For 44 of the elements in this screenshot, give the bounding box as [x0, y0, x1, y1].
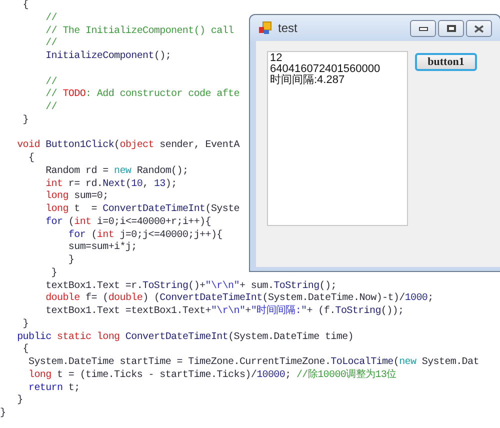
- code-line: int r= rd.Next(10, 13);: [44, 178, 177, 190]
- close-button[interactable]: [466, 20, 492, 37]
- app-icon: [258, 21, 272, 35]
- action-button[interactable]: button1: [415, 53, 477, 71]
- code-line: InitializeComponent();: [44, 51, 172, 64]
- code-line: {: [22, 344, 29, 357]
- maximize-icon: [446, 25, 456, 32]
- code-line: double f= (double) (ConvertDateTimeInt(System.DateTime.Now)-t)/1000;: [44, 293, 434, 304]
- code-line: }: [0, 408, 6, 421]
- code-line: // The InitializeComponent() call: [44, 26, 234, 38]
- minimize-icon: [418, 26, 428, 30]
- code-line: //: [44, 12, 58, 26]
- minimize-button[interactable]: [410, 20, 436, 37]
- code-line: {: [22, 0, 29, 13]
- code-line: long t = (time.Ticks - startTime.Ticks)/10000; //除10000调整为13位: [28, 370, 396, 382]
- code-line: //: [44, 102, 58, 115]
- code-line: long t = ConvertDateTimeInt(Syste: [44, 204, 240, 216]
- code-line: for (int i=0;i<=40000+r;i++){: [44, 216, 211, 230]
- code-line: }: [50, 268, 58, 280]
- code-line: void Button1Click(object sender, EventA: [16, 140, 240, 152]
- code-line: textBox1.Text =r.ToString()+"\r\n"+ sum.ToString();: [44, 280, 336, 292]
- code-line: // TODO: Add constructor code afte: [44, 89, 240, 102]
- output-textbox[interactable]: 12 640416072401560000 时间间隔:4.287: [267, 51, 408, 226]
- output-line: 640416072401560000: [270, 64, 380, 75]
- close-icon: [474, 24, 484, 32]
- code-line: }: [22, 318, 29, 332]
- code-line: //: [44, 38, 58, 50]
- code-line: return t;: [28, 382, 80, 396]
- code-line: }: [22, 114, 29, 128]
- code-line: //: [44, 76, 58, 88]
- code-line: public static long ConvertDateTimeInt(System.DateTime time): [16, 332, 354, 344]
- code-line: sum=sum+i*j;: [67, 242, 137, 254]
- code-line: }: [67, 255, 74, 268]
- code-line: Random rd = new Random();: [44, 166, 188, 178]
- output-line: 12: [270, 53, 282, 64]
- maximize-button[interactable]: [438, 20, 464, 37]
- output-line: 时间间隔:4.287: [270, 75, 345, 86]
- code-line: textBox1.Text =textBox1.Text+"\r\n"+"时间间隔:"+ (f.ToString());: [44, 306, 404, 319]
- code-line: {: [28, 153, 34, 166]
- code-line: }: [16, 395, 23, 408]
- window-title: test: [278, 20, 298, 37]
- code-line: System.DateTime startTime = TimeZone.CurrentTimeZone.ToLocalTime(new System.Dat: [28, 357, 479, 368]
- code-line: for (int j=0;j<=40000;j++){: [67, 230, 222, 242]
- code-line: long sum=0;: [44, 191, 108, 204]
